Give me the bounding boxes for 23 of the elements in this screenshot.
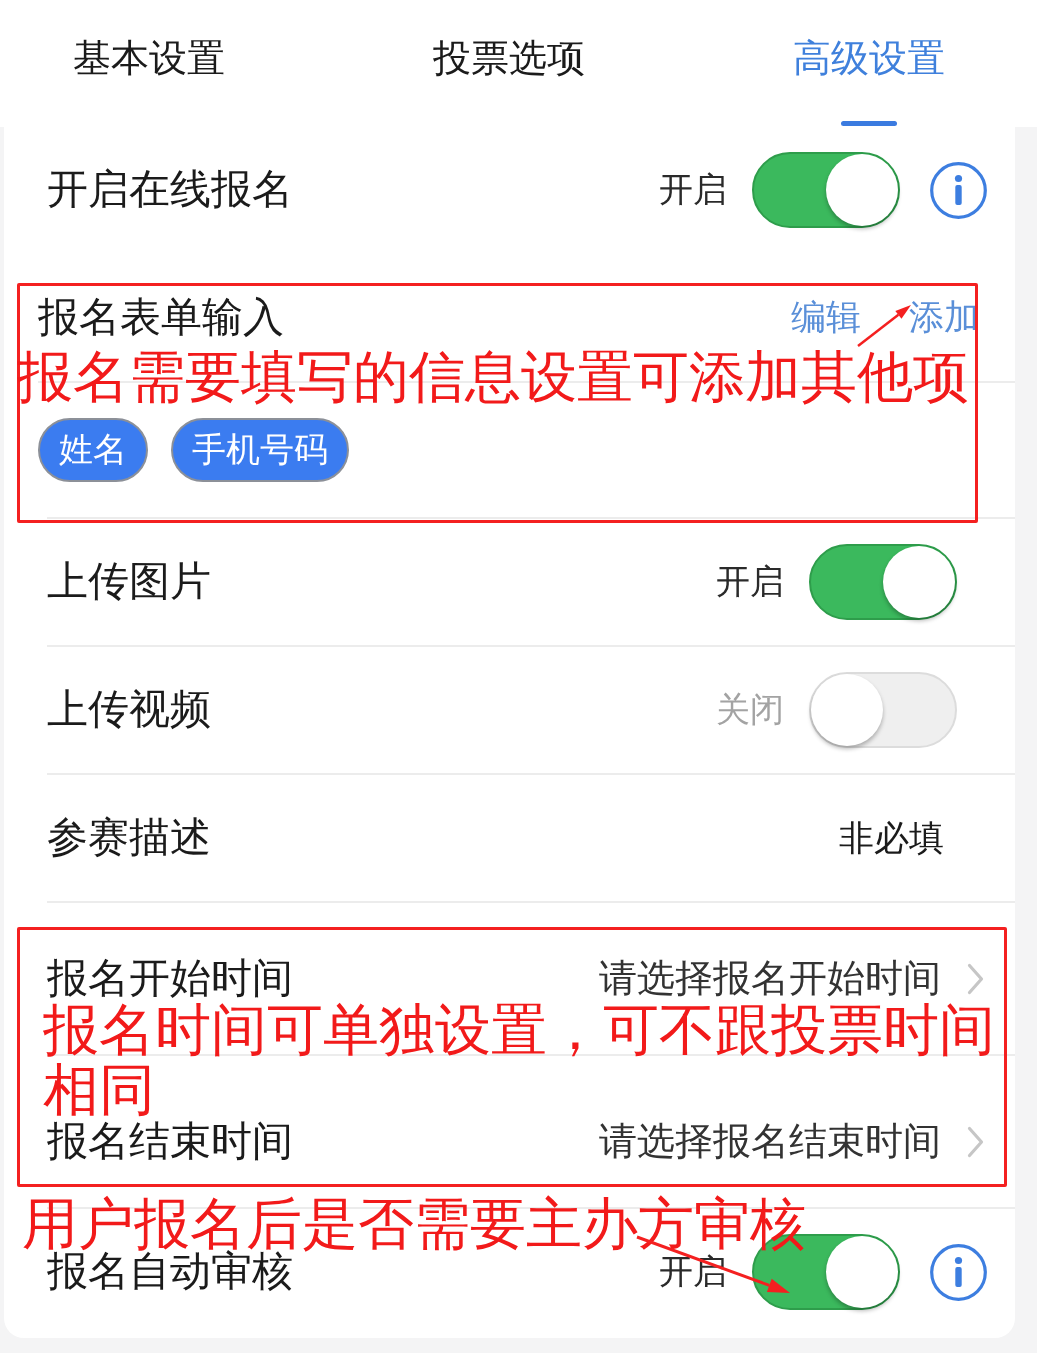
setting-label: 上传视频: [47, 685, 211, 735]
chevron-right-icon: [967, 1125, 984, 1158]
field-tag: 手机号码: [171, 418, 349, 482]
info-icon[interactable]: [930, 161, 987, 219]
toggle-switch[interactable]: [752, 152, 900, 228]
setting-label: 报名结束时间: [47, 1121, 293, 1162]
status-text: 开启: [659, 168, 727, 211]
setting-label: 上传图片: [47, 557, 211, 607]
setting-label: 参赛描述: [47, 813, 211, 863]
status-text: 开启: [716, 560, 784, 603]
tab[interactable]: 基本设置: [0, 0, 298, 127]
chevron-right-icon: [967, 962, 984, 995]
tab-indicator: [841, 121, 897, 126]
field-tag: 姓名: [38, 418, 148, 482]
setting-label: 开启在线报名: [47, 165, 293, 215]
toggle-switch[interactable]: [809, 544, 957, 620]
setting-value[interactable]: 非必填: [839, 814, 944, 862]
status-text: 关闭: [716, 688, 784, 731]
info-icon[interactable]: [930, 1243, 987, 1301]
setting-label: 报名开始时间: [47, 958, 293, 999]
tab[interactable]: 投票选项: [298, 0, 720, 127]
section-title: 报名表单输入: [38, 291, 284, 343]
tab[interactable]: 高级设置: [720, 0, 1018, 127]
